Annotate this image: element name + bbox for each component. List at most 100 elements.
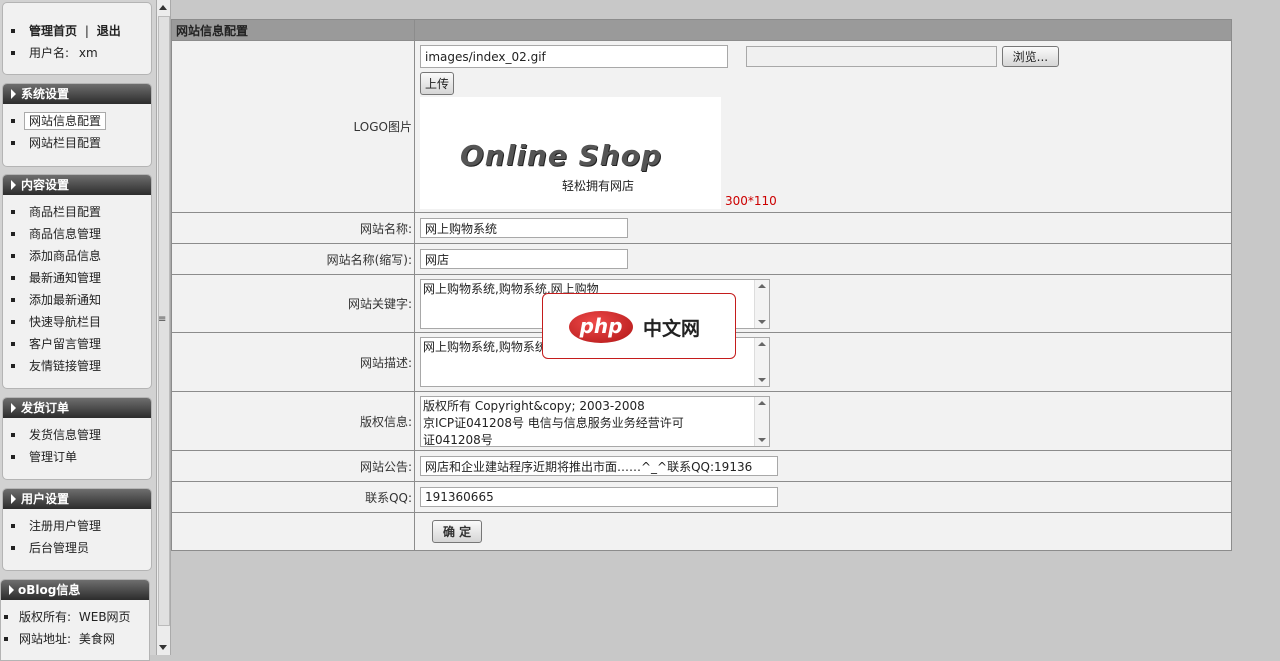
logo-cell: 浏览... 上传 Online Shop 轻松拥有网店 300*110 <box>414 40 1232 213</box>
scroll-up-icon[interactable] <box>758 400 766 405</box>
site-name-row: 网站名称: <box>171 212 1232 244</box>
sidebar: 管理首页 | 退出 用户名: xm 系统设置 网站信息配置 网站栏目配置 内容设… <box>0 0 156 661</box>
section-oblog: oBlog信息 版权所有: WEB网页 网站地址: 美食网 <box>0 579 150 661</box>
sidebar-item-registered-users[interactable]: 注册用户管理 <box>3 516 101 536</box>
submit-label-cell <box>171 512 415 551</box>
section-title: 用户设置 <box>21 492 70 506</box>
splitter-grip-icon[interactable]: ≡ <box>158 314 166 325</box>
logo-file-input[interactable] <box>745 46 997 67</box>
textarea-scrollbar[interactable] <box>754 338 769 386</box>
sidebar-item-messages[interactable]: 客户留言管理 <box>3 334 101 354</box>
copyright-line-3: 证041208号 <box>423 432 493 447</box>
copyright-row: 版权信息: 版权所有 Copyright&copy; 2003-2008 京IC… <box>171 391 1232 451</box>
site-name-input[interactable] <box>420 218 628 238</box>
sidebar-item-add-notice[interactable]: 添加最新通知 <box>3 290 101 310</box>
sidebar-item-label: 商品信息管理 <box>29 227 102 241</box>
qq-input[interactable] <box>420 487 778 507</box>
scroll-down-icon[interactable] <box>758 437 766 442</box>
sidebar-item-product-columns[interactable]: 商品栏目配置 <box>3 202 101 222</box>
logout-link[interactable]: 退出 <box>97 24 121 38</box>
oblog-copyright: 版权所有: WEB网页 <box>1 607 131 627</box>
scroll-down-icon[interactable] <box>159 645 167 650</box>
scroll-up-icon[interactable] <box>758 283 766 288</box>
triangle-right-icon <box>11 494 16 504</box>
submit-button[interactable]: 确 定 <box>432 520 483 543</box>
qq-label: 联系QQ: <box>171 481 415 513</box>
description-text: 网上购物系统,购物系统 <box>423 340 547 354</box>
logo-size-hint: 300*110 <box>725 194 777 208</box>
bullet-icon <box>11 254 15 258</box>
triangle-right-icon <box>11 403 16 413</box>
sidebar-item-product-info[interactable]: 商品信息管理 <box>3 224 101 244</box>
qq-cell <box>414 481 1232 513</box>
site-short-name-label: 网站名称(缩写): <box>171 243 415 275</box>
section-orders: 发货订单 发货信息管理 管理订单 <box>2 397 152 480</box>
sidebar-item-label: 后台管理员 <box>29 541 90 555</box>
section-header-users[interactable]: 用户设置 <box>3 489 151 509</box>
home-link[interactable]: 管理首页 <box>29 24 77 38</box>
sidebar-item-label: 友情链接管理 <box>29 359 102 373</box>
sidebar-item-notice-manage[interactable]: 最新通知管理 <box>3 268 101 288</box>
sidebar-item-quick-nav[interactable]: 快速导航栏目 <box>3 312 101 332</box>
sidebar-item-admins[interactable]: 后台管理员 <box>3 538 89 558</box>
copyright-cell: 版权所有 Copyright&copy; 2003-2008 京ICP证0412… <box>414 391 1232 451</box>
bullet-icon <box>11 298 15 302</box>
section-title: 发货订单 <box>21 401 70 415</box>
copyright-textarea[interactable]: 版权所有 Copyright&copy; 2003-2008 京ICP证0412… <box>420 395 770 447</box>
sidebar-item-add-product[interactable]: 添加商品信息 <box>3 246 101 266</box>
bullet-icon <box>11 51 15 55</box>
section-content: 内容设置 商品栏目配置 商品信息管理 添加商品信息 最新通知管理 添加最新通知 … <box>2 174 152 389</box>
sidebar-item-label: 添加最新通知 <box>29 293 102 307</box>
site-config-form: 网站信息配置 LOGO图片 浏览... 上传 Online Shop 轻松拥有网… <box>171 19 1232 551</box>
upload-button[interactable]: 上传 <box>420 72 455 95</box>
notice-label: 网站公告: <box>171 450 415 482</box>
logo-path-input[interactable] <box>420 45 728 68</box>
upload-row: 上传 <box>420 72 1231 95</box>
site-short-name-input[interactable] <box>420 249 628 269</box>
scroll-up-icon[interactable] <box>159 5 167 10</box>
bullet-icon <box>11 29 15 33</box>
bullet-icon <box>11 141 15 145</box>
scroll-down-icon[interactable] <box>758 378 766 382</box>
sidebar-item-site-columns[interactable]: 网站栏目配置 <box>3 133 101 153</box>
top-links: 管理首页 | 退出 <box>3 21 121 41</box>
browse-button[interactable]: 浏览... <box>1001 45 1060 67</box>
sidebar-item-shipping[interactable]: 发货信息管理 <box>3 425 101 445</box>
section-users: 用户设置 注册用户管理 后台管理员 <box>2 488 152 571</box>
bullet-icon <box>4 637 8 641</box>
scroll-down-icon[interactable] <box>758 319 766 324</box>
submit-row: 确 定 <box>171 512 1232 551</box>
keywords-label: 网站关键字: <box>171 274 415 333</box>
section-title: 内容设置 <box>21 178 70 192</box>
username-row: 用户名: xm <box>3 43 98 63</box>
bullet-icon <box>11 232 15 236</box>
notice-cell <box>414 450 1232 482</box>
sidebar-item-manage-orders[interactable]: 管理订单 <box>3 447 77 467</box>
copyright-line-1: 版权所有 Copyright&copy; 2003-2008 <box>423 398 645 413</box>
triangle-right-icon <box>9 585 14 595</box>
section-header-orders[interactable]: 发货订单 <box>3 398 151 418</box>
main-content: 网站信息配置 LOGO图片 浏览... 上传 Online Shop 轻松拥有网… <box>171 19 1232 551</box>
sidebar-item-links[interactable]: 友情链接管理 <box>3 356 101 376</box>
logo-path-row: 浏览... <box>420 41 1231 71</box>
section-header-system[interactable]: 系统设置 <box>3 84 151 104</box>
oblog-copyright-label: 版权所有: <box>19 610 72 624</box>
bullet-icon <box>4 615 8 619</box>
scroll-up-icon[interactable] <box>758 342 766 346</box>
sidebar-scrollbar[interactable] <box>156 0 171 655</box>
sidebar-item-label: 发货信息管理 <box>29 428 102 442</box>
textarea-scrollbar[interactable] <box>754 279 769 328</box>
section-header-content[interactable]: 内容设置 <box>3 175 151 195</box>
bullet-icon <box>11 455 15 459</box>
oblog-address: 网站地址: 美食网 <box>1 629 115 649</box>
section-header-oblog: oBlog信息 <box>1 580 149 600</box>
notice-input[interactable] <box>420 456 778 476</box>
sidebar-item-label: 网站信息配置 <box>24 112 107 130</box>
bullet-icon <box>11 276 15 280</box>
bullet-icon <box>11 433 15 437</box>
sidebar-item-site-info[interactable]: 网站信息配置 <box>3 111 107 131</box>
oblog-copyright-value: WEB网页 <box>78 610 131 624</box>
sidebar-item-label: 添加商品信息 <box>29 249 102 263</box>
keywords-cell: 网上购物系统,购物系统,网上购物 <box>414 274 1232 333</box>
textarea-scrollbar[interactable] <box>754 396 769 446</box>
